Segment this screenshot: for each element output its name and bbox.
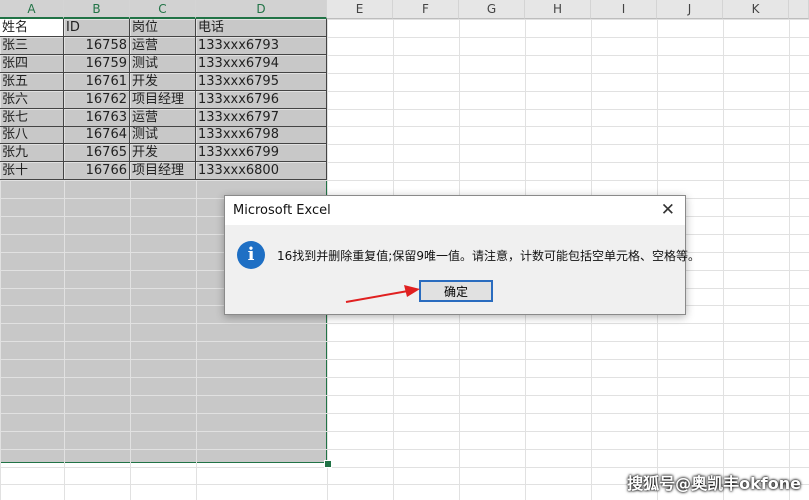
table-cell[interactable]: 开发: [130, 72, 196, 91]
row-gridline: [0, 466, 809, 468]
column-header-f[interactable]: F: [393, 0, 459, 19]
table-cell[interactable]: 测试: [130, 126, 196, 145]
table-cell[interactable]: 张十: [0, 162, 64, 181]
info-icon: i: [237, 241, 265, 269]
dialog-message: 16找到并删除重复值;保留9唯一值。请注意，计数可能包括空单元格、空格等。: [277, 249, 700, 263]
column-header-h[interactable]: H: [525, 0, 591, 19]
row-gridline: [0, 412, 809, 414]
fill-handle[interactable]: [324, 460, 332, 468]
table-cell[interactable]: 16761: [64, 72, 130, 91]
table-cell[interactable]: 133xxx6796: [196, 90, 327, 109]
column-header-j[interactable]: J: [657, 0, 723, 19]
table-cell[interactable]: 张三: [0, 36, 64, 55]
column-header-g[interactable]: G: [459, 0, 525, 19]
table-cell[interactable]: 133xxx6793: [196, 36, 327, 55]
row-gridline: [0, 359, 809, 361]
table-cell[interactable]: 133xxx6799: [196, 144, 327, 163]
table-cell[interactable]: 16766: [64, 162, 130, 181]
table-cell[interactable]: 张六: [0, 90, 64, 109]
column-gridline: [789, 19, 790, 500]
table-cell[interactable]: 133xxx6794: [196, 54, 327, 73]
table-cell[interactable]: 张五: [0, 72, 64, 91]
table-cell[interactable]: 133xxx6797: [196, 108, 327, 127]
table-cell[interactable]: 16758: [64, 36, 130, 55]
ok-button[interactable]: 确定: [419, 280, 493, 302]
table-cell[interactable]: 133xxx6798: [196, 126, 327, 145]
dialog-title: Microsoft Excel: [225, 196, 685, 225]
table-cell[interactable]: 运营: [130, 108, 196, 127]
table-cell[interactable]: 16765: [64, 144, 130, 163]
table-cell[interactable]: 16764: [64, 126, 130, 145]
header-cell[interactable]: 电话: [196, 19, 327, 37]
row-gridline: [0, 394, 809, 396]
table-cell[interactable]: 张九: [0, 144, 64, 163]
table-cell[interactable]: 16759: [64, 54, 130, 73]
table-cell[interactable]: 16763: [64, 108, 130, 127]
column-header-b[interactable]: B: [64, 0, 130, 19]
table-cell[interactable]: 项目经理: [130, 162, 196, 181]
watermark: 搜狐号@奥凯丰okfone: [627, 474, 801, 493]
header-cell[interactable]: ID: [64, 19, 130, 37]
column-gridline: [723, 19, 724, 500]
row-gridline: [0, 430, 809, 432]
message-dialog: Microsoft Excel ✕ i 16找到并删除重复值;保留9唯一值。请注…: [224, 195, 700, 315]
table-cell[interactable]: 张七: [0, 108, 64, 127]
table-cell[interactable]: 运营: [130, 36, 196, 55]
column-header-l[interactable]: [789, 0, 809, 19]
table-cell[interactable]: 16762: [64, 90, 130, 109]
close-icon[interactable]: ✕: [661, 200, 675, 220]
row-gridline: [0, 448, 809, 450]
column-header-a[interactable]: A: [0, 0, 64, 19]
table-cell[interactable]: 开发: [130, 144, 196, 163]
table-cell[interactable]: 张四: [0, 54, 64, 73]
row-gridline: [0, 180, 809, 182]
header-cell[interactable]: 姓名: [0, 19, 64, 37]
column-header-c[interactable]: C: [130, 0, 196, 19]
row-gridline: [0, 377, 809, 378]
red-arrow-annotation: [345, 285, 420, 303]
table-cell[interactable]: 张八: [0, 126, 64, 145]
table-cell[interactable]: 项目经理: [130, 90, 196, 109]
table-cell[interactable]: 133xxx6800: [196, 162, 327, 181]
row-gridline: [0, 323, 809, 325]
column-header-i[interactable]: I: [591, 0, 657, 19]
column-header-d[interactable]: D: [196, 0, 327, 19]
column-header-e[interactable]: E: [327, 0, 393, 19]
header-cell[interactable]: 岗位: [130, 19, 196, 37]
table-cell[interactable]: 133xxx6795: [196, 72, 327, 91]
table-cell[interactable]: 测试: [130, 54, 196, 73]
row-gridline: [0, 341, 809, 343]
column-header-k[interactable]: K: [723, 0, 789, 19]
